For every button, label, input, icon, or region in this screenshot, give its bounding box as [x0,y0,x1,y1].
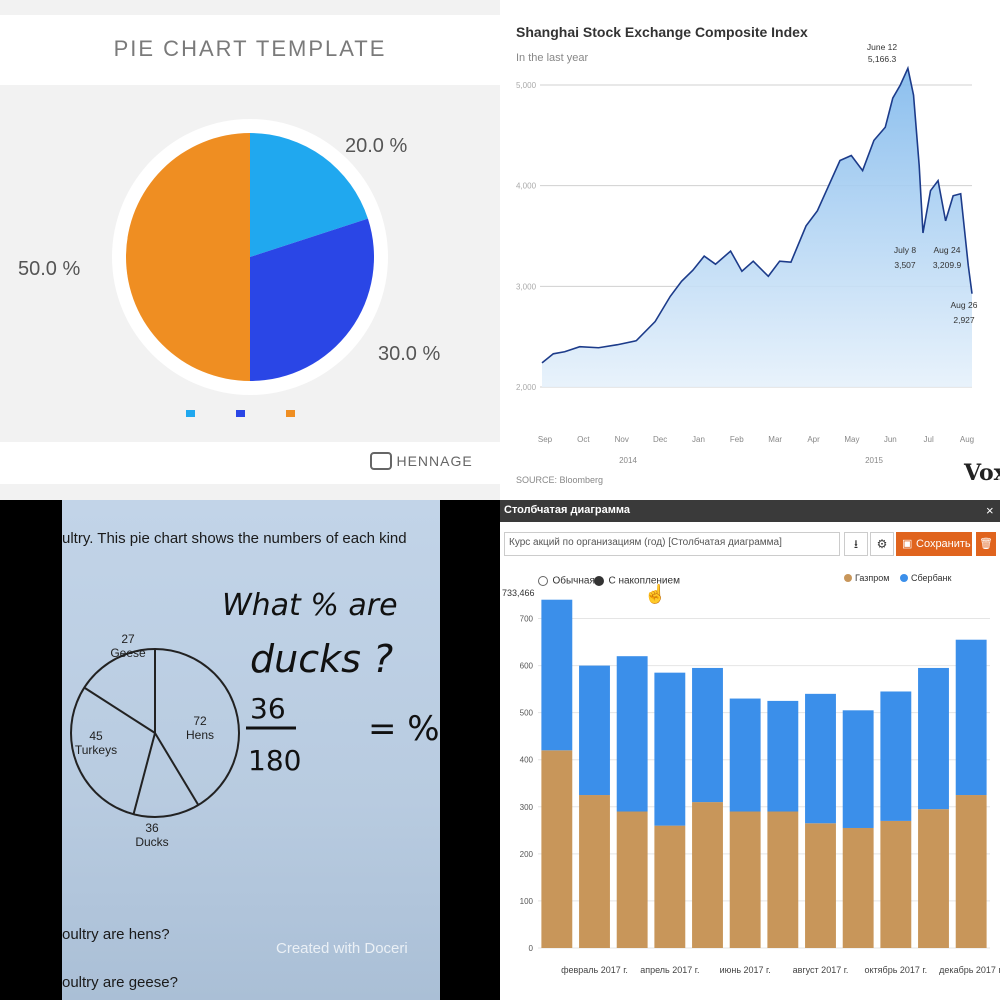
x-tick-label: апрель 2017 г. [640,965,699,975]
handwritten-numerator: 36 [250,692,286,725]
pie-slice-label: 50.0 % [18,258,80,280]
annotation-value: 5,166.3 [868,54,897,64]
bar-gazprom [654,825,686,948]
bar-gazprom [541,750,573,948]
x-tick-label: Jan [692,435,705,444]
bar-gazprom [729,811,761,948]
annotation-value: 3,209.9 [933,260,962,270]
bar-gazprom [880,820,912,948]
x-tick-label: Jul [924,435,934,444]
bar-gazprom [918,809,949,948]
annotation-value: 2,927 [953,315,975,325]
pie-slice-label: 30.0 % [378,343,440,365]
bar-gazprom [579,795,610,948]
x-tick-label: август 2017 г. [793,965,849,975]
poultry-slice-divider [154,732,200,806]
legend-swatch [286,410,295,417]
y-tick-label: 3,000 [516,282,537,291]
legend-label: Газпром [855,573,889,583]
poultry-slice-value: 45 [89,729,103,743]
x-tick-label: Sep [538,435,553,444]
poultry-slice-value: 72 [193,714,207,728]
y-tick-label: 0 [529,944,534,953]
legend-swatch [186,410,195,417]
legend-swatch [236,410,245,417]
x-tick-label: Jun [884,435,897,444]
bar-sberbank [729,698,761,812]
y-tick-label: 400 [520,756,534,765]
pie-template-panel: PIE CHART TEMPLATE HENNAGE 20.0 % 30.0 % 5… [0,0,500,500]
y-tick-label: 700 [520,615,534,624]
poultry-chart: 27Geese72Hens36Ducks45TurkeysWhat % ared… [70,588,440,849]
bar-sberbank [654,672,686,826]
y-tick-label: 300 [520,803,534,812]
bar-gazprom [842,827,874,948]
bar-sberbank [955,639,987,796]
handwritten-question-2: ducks ? [250,637,393,681]
x-tick-label: декабрь 2017 г. [939,965,1000,975]
legend-label: Сбербанк [911,573,951,583]
pie-slice-label: 20.0 % [345,135,407,157]
bar-sberbank [541,599,573,751]
poultry-slice-name: Ducks [135,835,168,849]
x-tick-label: февраль 2017 г. [561,965,628,975]
x-tick-label: May [844,435,859,444]
x-tick-label: Nov [615,435,629,444]
x-tick-label: Mar [768,435,782,444]
annotation-value: 3,507 [894,260,916,270]
poultry-slice-value: 36 [145,821,159,835]
bar-gazprom [767,811,799,948]
poultry-slice-name: Turkeys [75,743,117,757]
x-tick-label: Oct [577,435,590,444]
x-tick-label: октябрь 2017 г. [865,965,928,975]
pie-template-chart: 20.0 % 30.0 % 50.0 % [18,119,440,417]
stacked-bar-chart: 0 100 200 300 400 500 600 700 февраль 2017 г. апр… [520,573,1000,975]
poultry-panel: ultry. This pie chart shows the numbers … [0,500,500,1000]
x-tick-label: Dec [653,435,667,444]
bar-sberbank [918,667,949,810]
year-label: 2015 [865,456,883,465]
x-tick-label: июнь 2017 г. [720,965,771,975]
poultry-slice-value: 27 [121,632,135,646]
bar-gazprom [616,811,648,948]
year-label: 2014 [619,456,637,465]
shanghai-chart: 2,000 3,000 4,000 5,000 Sep Oct Nov Dec Jan Feb Ma… [516,42,978,465]
poultry-slice-divider [132,732,156,815]
x-tick-label: Apr [807,435,820,444]
y-tick-label: 4,000 [516,182,537,191]
shanghai-panel: Shanghai Stock Exchange Composite Index … [500,0,1000,500]
y-tick-label: 2,000 [516,383,537,392]
x-tick-label: Feb [730,435,744,444]
bar-sberbank [805,693,836,824]
x-tick-label: Aug [960,435,974,444]
poultry-slice-divider [83,686,156,734]
bar-gazprom [955,795,987,948]
legend-dot [900,574,908,582]
poultry-slice-name: Geese [110,646,146,660]
y-tick-label: 5,000 [516,81,537,90]
y-tick-label: 500 [520,709,534,718]
bar-sberbank [842,710,874,828]
legend-dot [844,574,852,582]
handwritten-question-1: What % are [222,588,398,623]
bar-sberbank [579,665,610,796]
annotation-label: July 8 [894,245,916,255]
bar-sberbank [880,691,912,821]
bar-sberbank [767,700,799,812]
handwritten-equals-percent: = % [368,709,440,749]
bar-sberbank [616,656,648,812]
handwritten-denominator: 180 [248,744,301,777]
bar-gazprom [692,802,723,948]
bar-app-window: Столбчатая диаграмма × Курс акций по орг… [500,500,1000,1000]
annotation-label: June 12 [867,42,898,52]
y-tick-label: 200 [520,850,534,859]
area-fill [542,68,972,387]
bar-sberbank [692,667,723,803]
y-tick-label: 100 [520,897,534,906]
annotation-label: Aug 26 [951,300,978,310]
y-tick-label: 600 [520,662,534,671]
bar-gazprom [805,823,836,948]
poultry-slice-name: Hens [186,728,214,742]
annotation-label: Aug 24 [934,245,961,255]
